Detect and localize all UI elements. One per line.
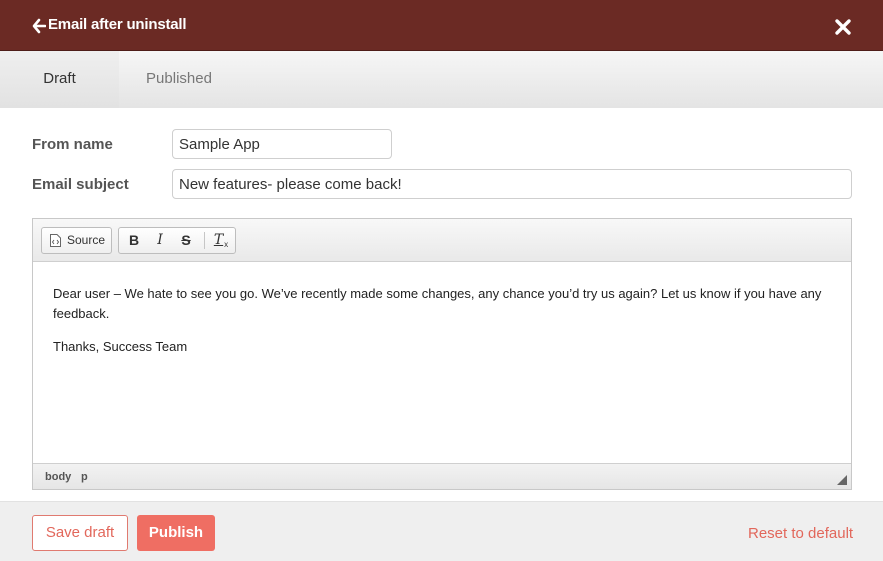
element-path-body[interactable]: body — [45, 471, 71, 483]
from-name-label: From name — [32, 136, 113, 153]
modal-footer: Save draft Publish Reset to default — [0, 501, 883, 561]
toolbar-separator — [204, 232, 205, 249]
tab-published[interactable]: Published — [119, 51, 239, 108]
reset-to-default-link[interactable]: Reset to default — [748, 525, 853, 542]
editor-paragraph: Thanks, Success Team — [53, 339, 188, 354]
italic-button[interactable]: I — [150, 228, 170, 253]
modal-title: Email after uninstall — [48, 16, 187, 33]
email-subject-input[interactable] — [172, 169, 852, 199]
publish-button[interactable]: Publish — [137, 515, 215, 551]
resize-grip-icon[interactable] — [837, 475, 847, 485]
tab-bar: Draft Published — [0, 51, 883, 108]
close-icon[interactable] — [834, 18, 852, 36]
rich-text-editor: Source B I S Tx Dear user – We hate to s… — [32, 218, 852, 490]
save-draft-button[interactable]: Save draft — [32, 515, 128, 551]
remove-format-subscript: x — [224, 240, 229, 249]
format-button-group: B I S Tx — [118, 227, 236, 254]
source-button[interactable]: Source — [41, 227, 112, 254]
email-subject-label: Email subject — [32, 176, 129, 193]
editor-paragraph: Dear user – We hate to see you go. We’ve… — [53, 286, 822, 321]
modal-header: Email after uninstall — [0, 0, 883, 51]
bold-button[interactable]: B — [124, 228, 144, 253]
editor-status-bar: body p — [33, 463, 851, 489]
arrow-left-icon[interactable] — [32, 17, 46, 35]
remove-format-button[interactable]: Tx — [210, 228, 232, 253]
from-name-input[interactable] — [172, 129, 392, 159]
editor-toolbar: Source B I S Tx — [33, 219, 851, 262]
editor-content[interactable]: Dear user – We hate to see you go. We’ve… — [33, 262, 851, 463]
tab-draft[interactable]: Draft — [0, 51, 119, 108]
element-path-p[interactable]: p — [81, 471, 88, 483]
source-icon — [50, 234, 61, 247]
source-label: Source — [67, 233, 106, 247]
strikethrough-button[interactable]: S — [176, 228, 196, 253]
remove-format-label: T — [213, 232, 224, 248]
